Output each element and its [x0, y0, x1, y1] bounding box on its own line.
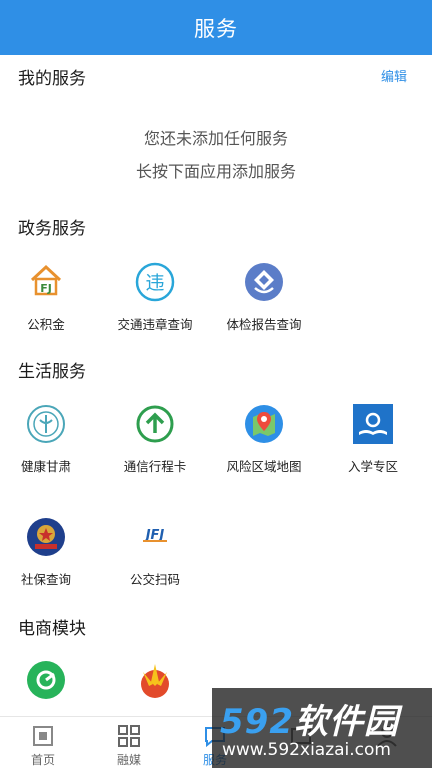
app-label: 交通违章查询	[117, 317, 193, 332]
app-health-gansu[interactable]: 健康甘肃	[0, 404, 100, 484]
page-title: 服务	[194, 16, 238, 41]
risk-map-icon	[245, 405, 283, 443]
gas-payment-icon	[141, 664, 169, 698]
ecommerce-title: 电商模块	[18, 619, 86, 639]
app-label: 健康甘肃	[20, 459, 71, 474]
gov-services-title: 政务服务	[18, 219, 86, 239]
app-medical-report[interactable]: 体检报告查询	[210, 262, 318, 342]
health-gansu-icon	[27, 405, 65, 443]
watermark-url: www.592xiazai.com	[222, 740, 391, 760]
life-services-title: 生活服务	[18, 362, 86, 382]
app-header: 服务	[0, 0, 432, 55]
edit-button[interactable]: 编辑	[381, 66, 407, 85]
app-enrollment[interactable]: 入学专区	[319, 404, 427, 484]
svg-text:违: 违	[145, 272, 164, 294]
my-services-title: 我的服务	[18, 69, 86, 89]
traffic-violation-icon: 违	[135, 262, 175, 302]
tab-label: 首页	[30, 753, 55, 767]
empty-hint-line1: 您还未添加任何服务	[143, 129, 288, 148]
home-icon	[33, 726, 53, 746]
app-label: 通信行程卡	[123, 459, 187, 474]
tab-media[interactable]: 融媒	[86, 717, 172, 768]
app-risk-map[interactable]: 风险区域地图	[210, 404, 318, 484]
housing-fund-icon: FJ	[30, 264, 62, 296]
medical-report-icon	[245, 263, 283, 301]
watermark-logo: 592软件园	[220, 702, 399, 742]
app-social-security[interactable]: 社保查询	[0, 517, 100, 597]
app-label: 公交扫码	[129, 572, 180, 587]
social-security-icon	[27, 518, 65, 556]
tab-label: 融媒	[116, 753, 141, 767]
app-label: 风险区域地图	[226, 459, 302, 474]
svg-text:FJ: FJ	[40, 282, 52, 295]
app-label: 体检报告查询	[226, 317, 302, 332]
app-bus-scan[interactable]: JFJ 公交扫码	[101, 517, 209, 597]
app-label: 公积金	[27, 317, 65, 332]
app-label: 社保查询	[20, 572, 71, 587]
site-watermark: 592软件园 www.592xiazai.com	[212, 688, 432, 768]
app-travel-card[interactable]: 通信行程卡	[101, 404, 209, 484]
bus-scan-icon: JFJ	[143, 528, 167, 543]
utility-payment-icon	[27, 661, 65, 699]
media-grid-icon	[118, 725, 140, 747]
enrollment-icon	[353, 404, 393, 444]
app-traffic-violation[interactable]: 违 交通违章查询	[101, 262, 209, 342]
app-housing-fund[interactable]: FJ 公积金	[0, 262, 100, 342]
app-label: 入学专区	[347, 459, 398, 474]
empty-hint-line2: 长按下面应用添加服务	[135, 162, 296, 181]
tab-home[interactable]: 首页	[0, 717, 86, 768]
travel-card-icon	[136, 405, 174, 443]
